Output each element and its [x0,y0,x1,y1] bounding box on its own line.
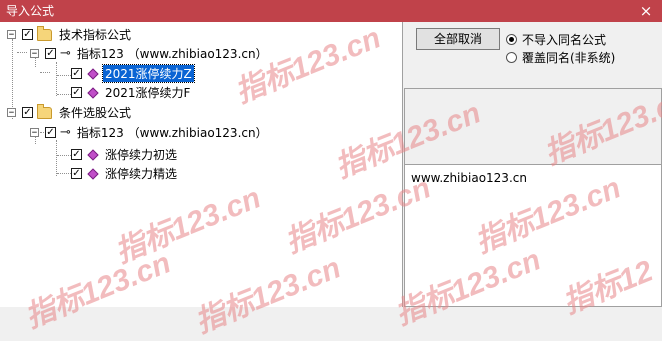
collapse-icon[interactable]: − [30,128,39,138]
tree-connector [56,62,57,96]
tree-connector [57,94,71,95]
radio-overwrite-duplicates[interactable]: 覆盖同名(非系统) [506,49,615,66]
node-label: 技术指标公式 [59,28,132,42]
tree-connector [56,140,57,176]
checkbox[interactable]: ✓ [22,107,33,118]
key-icon: ⊸ [60,46,71,61]
collapse-icon[interactable]: − [30,49,39,59]
checkbox[interactable]: ✓ [71,168,82,179]
description-box: www.zhibiao123.cn [404,164,662,307]
checkbox[interactable]: ✓ [45,48,56,59]
checkbox[interactable]: ✓ [71,68,82,79]
tree-connector [40,72,50,73]
radio-label: 不导入同名公式 [522,33,607,47]
radio-unselected-icon[interactable] [506,52,517,63]
folder-icon [37,103,52,119]
formula-icon [87,86,99,99]
window-title: 导入公式 [6,4,55,18]
tree-connector [17,52,27,53]
tree-connector [57,75,71,76]
formula-icon [87,148,99,161]
tree-node-initial-select[interactable]: ✓ 涨停续力初选 [71,145,179,164]
description-text: www.zhibiao123.cn [411,171,527,185]
tree-node-indicator123-b[interactable]: − ✓ ⊸ 指标123 （www.zhibiao123.cn） [30,123,270,142]
tree-connector [57,173,71,174]
folder-icon [37,25,52,41]
tree-node-formula-z[interactable]: ✓ 2021涨停续力Z [71,64,195,83]
node-label: 2021涨停续力F [105,86,191,100]
collapse-icon[interactable]: − [7,30,16,40]
collapse-icon[interactable]: − [7,108,16,118]
options-panel: 全部取消 不导入同名公式 覆盖同名(非系统) www.zhibiao123.cn [404,22,662,307]
node-label: 2021涨停续力Z [102,64,195,83]
checkbox[interactable]: ✓ [71,87,82,98]
tree-node-formula-f[interactable]: ✓ 2021涨停续力F [71,83,192,102]
node-label: 涨停续力初选 [105,148,178,162]
info-box [404,88,662,166]
radio-selected-icon[interactable] [506,34,517,45]
node-label: 指标123 （www.zhibiao123.cn） [76,47,268,61]
formula-tree[interactable]: − ✓ 技术指标公式 − ✓ ⊸ 指标123 （www.zhibiao123.c… [0,22,403,307]
node-label: 条件选股公式 [59,106,132,120]
formula-icon [87,67,99,80]
checkbox[interactable]: ✓ [22,29,33,40]
title-bar: 导入公式 × [0,0,662,22]
node-label: 涨停续力精选 [105,167,178,181]
radio-label: 覆盖同名(非系统) [522,51,616,65]
radio-skip-duplicates[interactable]: 不导入同名公式 [506,31,606,48]
cancel-all-button[interactable]: 全部取消 [416,28,500,50]
node-label: 指标123 （www.zhibiao123.cn） [76,126,268,140]
checkbox[interactable]: ✓ [45,127,56,138]
close-icon[interactable]: × [638,0,654,22]
formula-icon [87,167,99,180]
key-icon: ⊸ [60,125,71,140]
checkbox[interactable]: ✓ [71,149,82,160]
tree-node-fine-select[interactable]: ✓ 涨停续力精选 [71,164,179,183]
tree-connector [57,155,71,156]
tree-node-tech-indicators[interactable]: − ✓ 技术指标公式 [7,25,133,44]
tree-node-stock-selection[interactable]: − ✓ 条件选股公式 [7,103,133,122]
tree-node-indicator123-a[interactable]: − ✓ ⊸ 指标123 （www.zhibiao123.cn） [30,44,270,63]
